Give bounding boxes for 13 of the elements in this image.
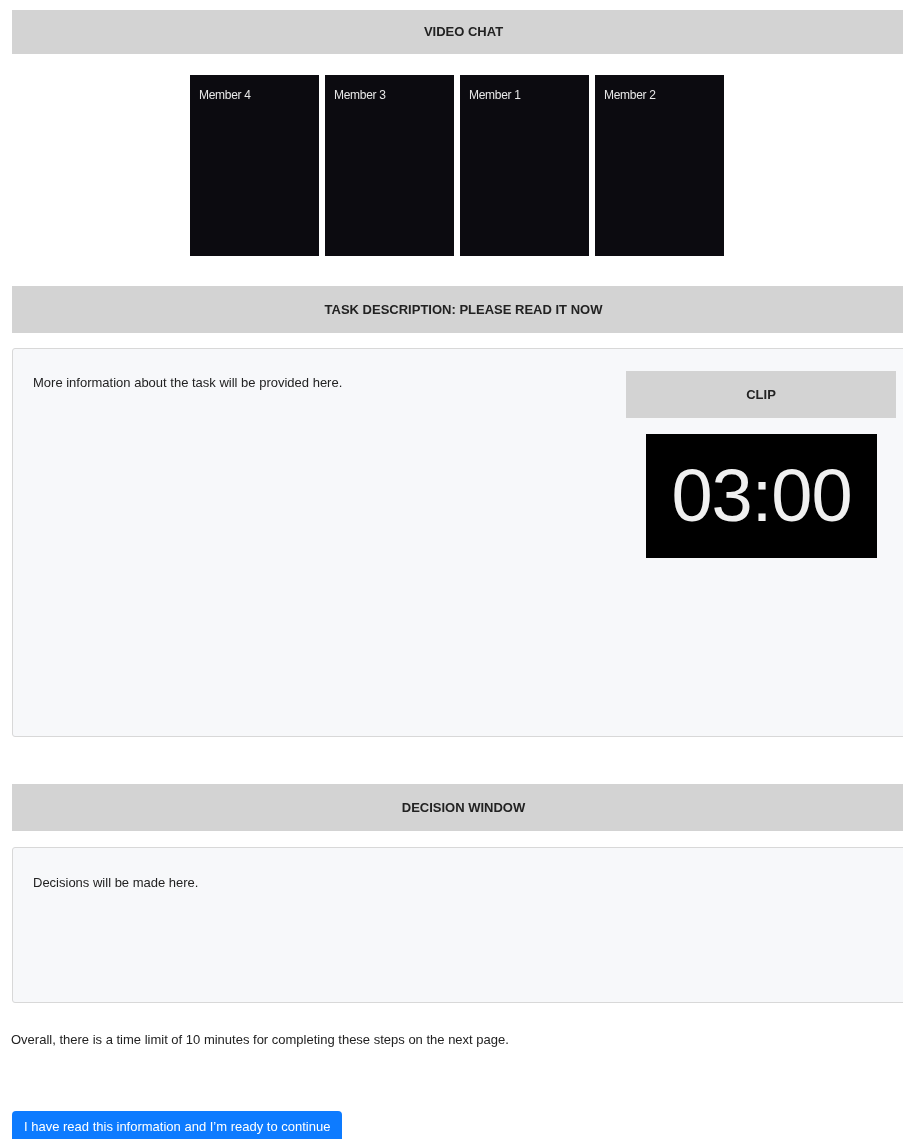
member-label: Member 2 [604, 88, 656, 102]
member-label: Member 4 [199, 88, 251, 102]
member-label: Member 3 [334, 88, 386, 102]
section-header: VIDEO CHAT [12, 10, 903, 54]
section-header: DECISION WINDOW [12, 784, 903, 831]
time-limit-note: Overall, there is a time limit of 10 minutes for completing these steps on the next page. [11, 1031, 510, 1049]
task-text: More information about the task will be provided here. [33, 374, 344, 392]
clip-header: CLIP [626, 371, 896, 418]
member-label: Member 1 [469, 88, 521, 102]
decision-text: Decisions will be made here. [33, 874, 200, 892]
section-header: TASK DESCRIPTION: PLEASE READ IT NOW [12, 286, 903, 333]
continue-button[interactable]: I have read this information and I’m ready to continue [12, 1110, 343, 1139]
countdown-timer: 03:00 [646, 434, 877, 558]
